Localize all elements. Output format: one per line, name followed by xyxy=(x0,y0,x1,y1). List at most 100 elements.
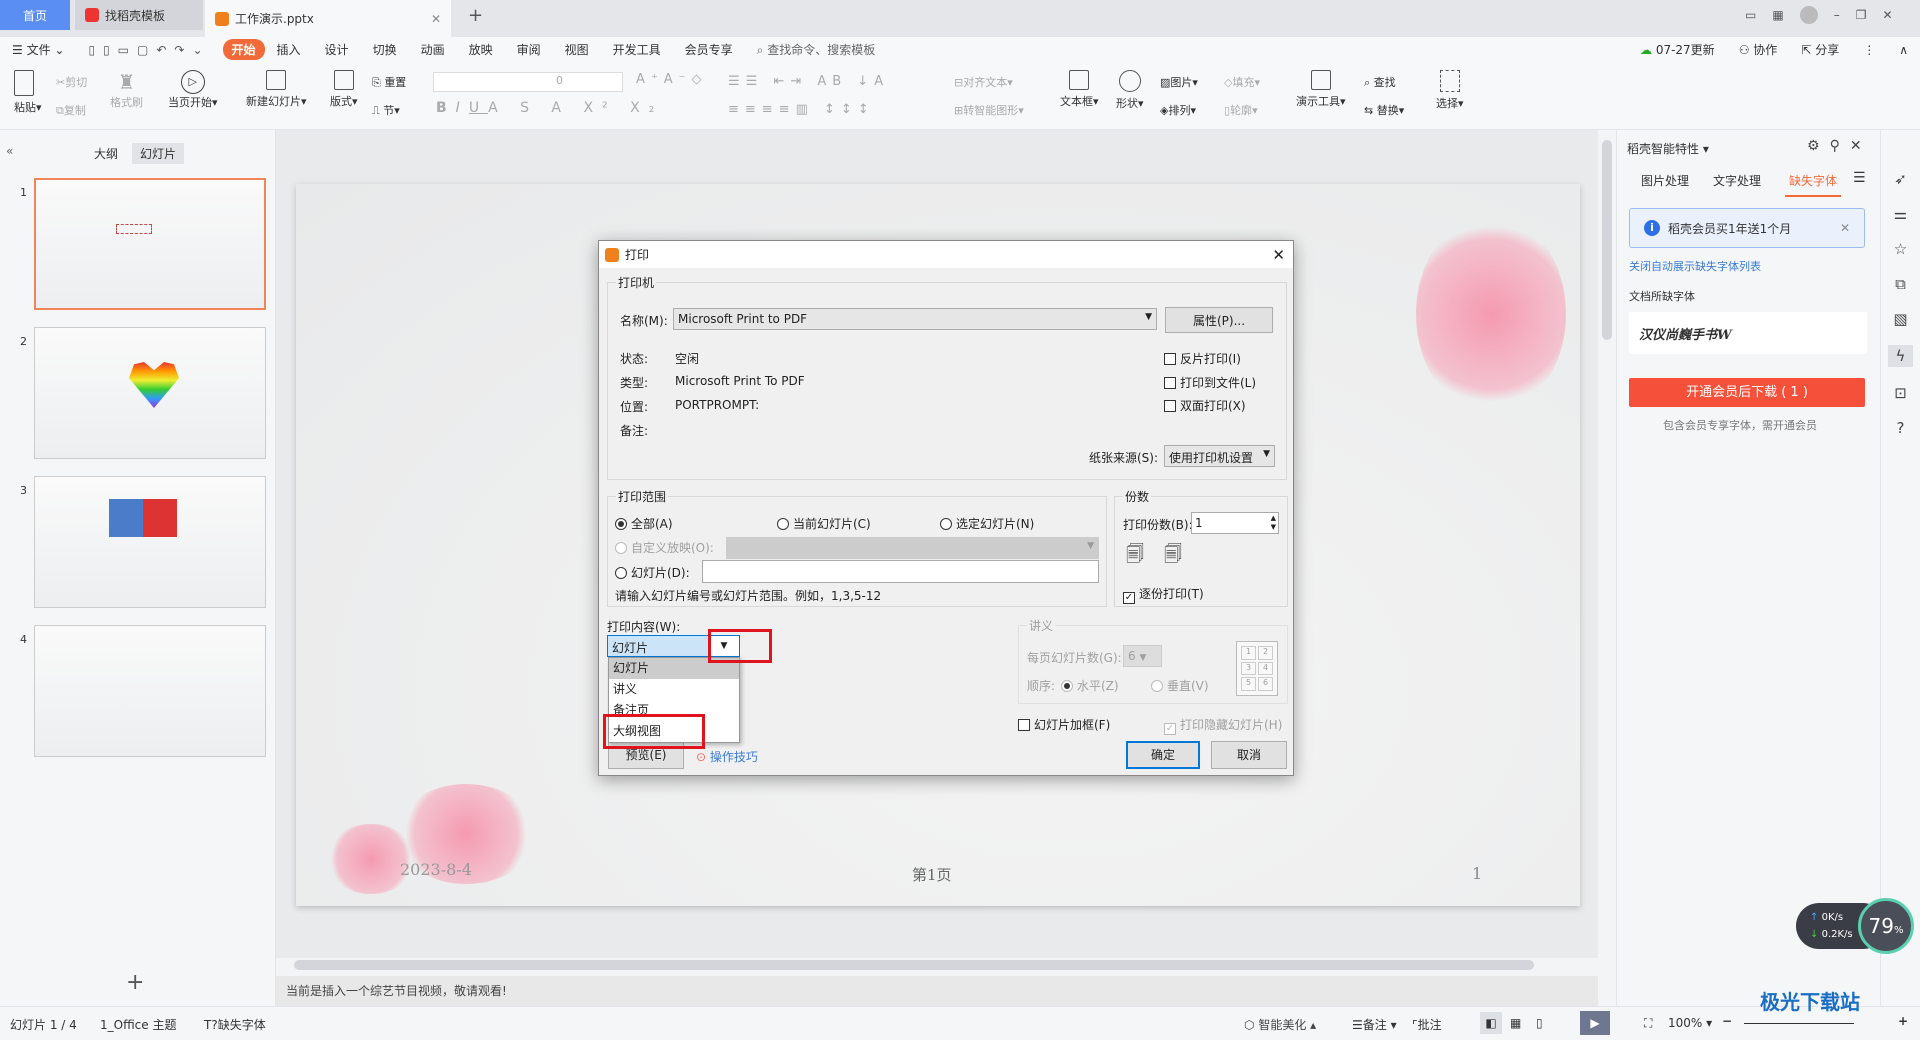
minimize-icon[interactable]: – xyxy=(1834,8,1840,22)
reverse-print-checkbox[interactable]: 反片打印(I) xyxy=(1164,350,1241,367)
tab-home[interactable]: 首页 xyxy=(0,0,70,30)
menu-animation[interactable]: 动画 xyxy=(409,41,457,58)
update-status[interactable]: ☁ 07-27更新 xyxy=(1628,41,1727,58)
custom-show-select[interactable]: ▼ xyxy=(726,537,1099,559)
textbox-button[interactable]: 文本框▾ xyxy=(1060,70,1099,109)
copies-stepper[interactable]: 1 ▲ ▼ xyxy=(1191,512,1279,534)
rocket-icon[interactable]: ➶ xyxy=(1894,170,1907,188)
close-window-icon[interactable]: ✕ xyxy=(1882,8,1892,22)
layout-button[interactable]: 版式▾ xyxy=(330,70,358,109)
collapse-panel-icon[interactable]: « xyxy=(6,144,13,158)
new-tab-button[interactable]: + xyxy=(458,0,493,30)
fit-window-icon[interactable]: ⛶ xyxy=(1644,1016,1652,1031)
missing-font-item[interactable]: 汉仪尚巍手书W xyxy=(1629,312,1867,354)
font-size-select[interactable]: 0 xyxy=(556,74,563,87)
share-button[interactable]: ⇱ 分享 xyxy=(1789,41,1851,58)
per-page-select[interactable]: 6 ▼ xyxy=(1123,645,1162,667)
tab-templates[interactable]: 找稻壳模板 xyxy=(75,0,203,30)
format-painter-button[interactable]: ♜ 格式刷 xyxy=(110,70,143,110)
sorter-view-icon[interactable]: ▦ xyxy=(1510,1016,1521,1030)
download-button[interactable]: 开通会员后下载 ( 1 ) xyxy=(1629,378,1865,407)
fill-button[interactable]: ◇填充▾ xyxy=(1224,74,1260,90)
menu-member[interactable]: 会员专享 xyxy=(673,41,745,58)
menu-review[interactable]: 审阅 xyxy=(505,41,553,58)
sliders-icon[interactable]: ⚌ xyxy=(1894,205,1907,223)
tab-slides[interactable]: 幻灯片 xyxy=(132,143,185,164)
range-custom-radio[interactable]: 自定义放映(O): xyxy=(615,539,714,556)
reading-view-icon[interactable]: ▯ xyxy=(1536,1016,1543,1030)
menu-insert[interactable]: 插入 xyxy=(265,41,313,58)
slide-thumbnail-2[interactable] xyxy=(34,327,266,459)
slides-range-input[interactable] xyxy=(702,560,1099,583)
slide-thumbnail-4[interactable] xyxy=(34,625,266,757)
tab-image-processing[interactable]: 图片处理 xyxy=(1641,172,1689,189)
close-icon[interactable]: ✕ xyxy=(1850,138,1872,154)
play-slideshow-button[interactable]: ▶ xyxy=(1580,1011,1610,1035)
align-text-button[interactable]: ⊟对齐文本▾ xyxy=(954,74,1013,90)
tips-link[interactable]: ⊙ 操作技巧 xyxy=(696,748,758,765)
range-current-radio[interactable]: 当前幻灯片(C) xyxy=(777,515,871,532)
command-search[interactable]: ⌕ 查找命令、搜索模板 xyxy=(745,41,888,58)
menu-icon[interactable]: ☰ xyxy=(1853,170,1866,186)
shape-button[interactable]: 形状▾ xyxy=(1116,70,1144,111)
paper-source-select[interactable]: 使用打印机设置 ▼ xyxy=(1164,445,1275,467)
comment-button[interactable]: ⌜批注 xyxy=(1412,1016,1442,1033)
restore-icon[interactable]: ❐ xyxy=(1856,8,1867,22)
quick-access-icons[interactable]: ▯▯▭▢↶↷⌄ xyxy=(76,43,222,57)
order-vertical-radio[interactable]: 垂直(V) xyxy=(1151,677,1209,694)
smartart-button[interactable]: ⊞转智能图形▾ xyxy=(954,102,1024,118)
paste-button[interactable]: 粘贴▾ xyxy=(14,70,42,115)
replace-button[interactable]: ⇆ 替换▾ xyxy=(1364,102,1404,118)
tab-missing-fonts[interactable]: 缺失字体 xyxy=(1785,172,1842,197)
notes-pane[interactable]: 当前是插入一个综艺节目视频，敬请观看! xyxy=(276,976,1598,1006)
order-horizontal-radio[interactable]: 水平(Z) xyxy=(1061,677,1119,694)
vertical-scrollbar[interactable] xyxy=(1602,140,1612,340)
alignment-buttons[interactable]: ≡≡≡≡▥ ↕↕↕ xyxy=(728,102,875,117)
avatar[interactable] xyxy=(1799,6,1818,24)
tab-outline[interactable]: 大纲 xyxy=(94,145,118,162)
collapse-ribbon-icon[interactable]: ∧ xyxy=(1887,43,1920,57)
dropdown-option-handouts[interactable]: 讲义 xyxy=(609,679,739,700)
menu-transition[interactable]: 切换 xyxy=(361,41,409,58)
print-to-file-checkbox[interactable]: 打印到文件(L) xyxy=(1164,374,1256,391)
duplex-checkbox[interactable]: 双面打印(X) xyxy=(1164,397,1246,414)
more-icon[interactable]: ⋮ xyxy=(1851,43,1887,57)
arrange-button[interactable]: ◈排列▾ xyxy=(1160,102,1196,118)
close-tab-icon[interactable]: ✕ xyxy=(431,12,441,26)
panel-title[interactable]: 稻壳智能特性 ▾ xyxy=(1627,140,1709,157)
notes-button[interactable]: ☰备注 ▾ xyxy=(1352,1016,1397,1033)
slide-thumbnail-3[interactable] xyxy=(34,476,266,608)
slide-thumbnail-1[interactable] xyxy=(34,178,266,310)
zoom-select[interactable]: 100% ▾ xyxy=(1668,1016,1712,1030)
close-auto-show-link[interactable]: 关闭自动展示缺失字体列表 xyxy=(1629,258,1761,274)
cancel-button[interactable]: 取消 xyxy=(1211,741,1287,769)
font-size-buttons[interactable]: A⁺A⁻◇ xyxy=(636,72,708,87)
zoom-out-button[interactable]: − xyxy=(1722,1014,1732,1028)
section-button[interactable]: ⎍ 节▾ xyxy=(372,102,400,118)
font-name-select[interactable] xyxy=(433,72,623,92)
missing-fonts-status[interactable]: T?缺失字体 xyxy=(204,1016,266,1033)
close-dialog-icon[interactable]: ✕ xyxy=(1272,246,1285,264)
font-style-buttons[interactable]: BIUA S A X² X₂ xyxy=(436,100,663,116)
find-button[interactable]: ⌕ 查找 xyxy=(1364,74,1396,90)
tab-text-processing[interactable]: 文字处理 xyxy=(1713,172,1761,189)
outline-button[interactable]: ▯轮廓▾ xyxy=(1224,102,1258,118)
stepper-arrows-icon[interactable]: ▲ ▼ xyxy=(1271,514,1276,532)
grid-icon[interactable]: ▦ xyxy=(1772,8,1783,22)
play-current-button[interactable]: ▷ 当页开始▾ xyxy=(168,70,218,110)
tab-document[interactable]: 工作演示.pptx ✕ xyxy=(205,0,451,37)
collab-button[interactable]: ⚇ 协作 xyxy=(1727,41,1790,58)
transition-icon[interactable]: ⧉ xyxy=(1895,275,1906,293)
present-tools-button[interactable]: 演示工具▾ xyxy=(1296,70,1346,109)
beautify-button[interactable]: ⬡ 智能美化 ▴ xyxy=(1244,1016,1316,1033)
layout-icon[interactable]: ▭ xyxy=(1745,8,1756,22)
file-menu[interactable]: ☰ 文件 ⌄ xyxy=(0,41,76,58)
picture-edit-icon[interactable]: ▧ xyxy=(1893,310,1907,328)
printer-select[interactable]: Microsoft Print to PDF ▼ xyxy=(673,308,1157,330)
pin-icon[interactable]: ⚲ xyxy=(1830,138,1850,154)
range-slides-radio[interactable]: 幻灯片(D): xyxy=(615,564,690,581)
cut-button[interactable]: ✂剪切 xyxy=(56,74,87,90)
gear-icon[interactable]: ⚙ xyxy=(1807,138,1830,154)
star-icon[interactable]: ☆ xyxy=(1894,240,1907,258)
frame-slides-checkbox[interactable]: 幻灯片加框(F) xyxy=(1018,716,1110,733)
